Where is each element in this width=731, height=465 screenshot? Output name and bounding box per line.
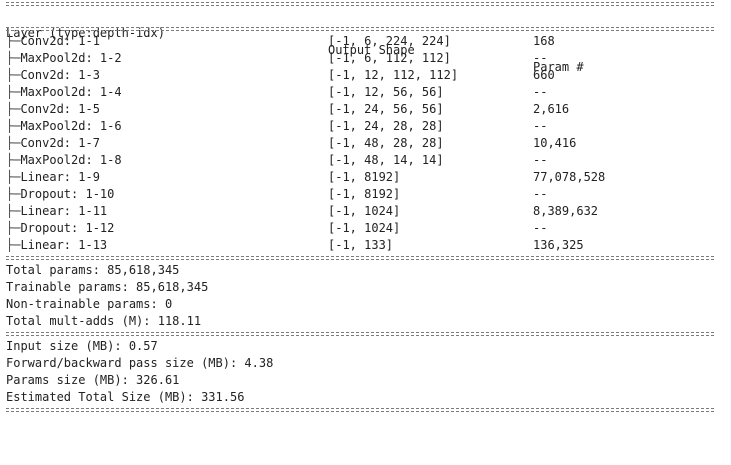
layer-label: Conv2d: 1-5	[20, 102, 100, 116]
layer-label: MaxPool2d: 1-8	[20, 153, 122, 167]
param-count: 2,616	[533, 102, 570, 116]
layer-label: MaxPool2d: 1-6	[20, 119, 122, 133]
layer-label: MaxPool2d: 1-2	[20, 51, 122, 65]
separator-header	[6, 25, 714, 33]
table-row: ├─Conv2d: 1-3 [-1, 12, 112, 112] 660	[6, 67, 714, 84]
layer-name: ├─Conv2d: 1-1	[6, 33, 100, 50]
output-shape: [-1, 48, 28, 28]	[328, 136, 444, 150]
layer-name: ├─Conv2d: 1-7	[6, 135, 100, 152]
non-trainable-params: Non-trainable params: 0	[6, 297, 173, 311]
layer-label: Dropout: 1-12	[20, 221, 115, 235]
total-params: Total params: 85,618,345	[6, 263, 180, 277]
model-summary-output: Layer (type:depth-idx) Output Shape Para…	[6, 0, 714, 414]
param-count: 660	[533, 68, 555, 82]
table-header: Layer (type:depth-idx) Output Shape Para…	[6, 8, 714, 74]
tree-branch-icon: ├─	[6, 51, 21, 65]
layer-name: ├─Dropout: 1-10	[6, 186, 114, 203]
tree-branch-icon: ├─	[6, 221, 21, 235]
layer-table: ├─Conv2d: 1-1 [-1, 6, 224, 224] 168 ├─MaxPo…	[6, 33, 714, 254]
layer-label: Linear: 1-13	[20, 238, 108, 252]
param-count: 168	[533, 34, 555, 48]
output-shape: [-1, 1024]	[328, 221, 401, 235]
output-shape: [-1, 133]	[328, 238, 394, 252]
layer-name: ├─MaxPool2d: 1-6	[6, 118, 122, 135]
output-shape: [-1, 8192]	[328, 170, 401, 184]
param-count: --	[533, 51, 548, 65]
output-shape: [-1, 48, 14, 14]	[328, 153, 444, 167]
input-size: Input size (MB): 0.57	[6, 339, 158, 353]
output-shape: [-1, 6, 112, 112]	[328, 51, 451, 65]
layer-label: Conv2d: 1-7	[20, 136, 100, 150]
tree-branch-icon: ├─	[6, 102, 21, 116]
table-row: ├─Dropout: 1-12 [-1, 1024] --	[6, 220, 714, 237]
table-row: ├─Conv2d: 1-5 [-1, 24, 56, 56] 2,616	[6, 101, 714, 118]
separator-top	[6, 0, 714, 8]
layer-name: ├─Conv2d: 1-5	[6, 101, 100, 118]
output-shape: [-1, 12, 56, 56]	[328, 85, 444, 99]
layer-label: Linear: 1-11	[20, 204, 108, 218]
layer-label: MaxPool2d: 1-4	[20, 85, 122, 99]
param-count: --	[533, 221, 548, 235]
tree-branch-icon: ├─	[6, 85, 21, 99]
tree-branch-icon: ├─	[6, 34, 21, 48]
param-count: --	[533, 187, 548, 201]
layer-name: ├─Linear: 1-9	[6, 169, 100, 186]
param-count: 136,325	[533, 238, 584, 252]
table-row: ├─Dropout: 1-10 [-1, 8192] --	[6, 186, 714, 203]
param-count: --	[533, 85, 548, 99]
param-count: 77,078,528	[533, 170, 606, 184]
tree-branch-icon: ├─	[6, 153, 21, 167]
tree-branch-icon: ├─	[6, 119, 21, 133]
table-row: ├─Linear: 1-13 [-1, 133] 136,325	[6, 237, 714, 254]
output-shape: [-1, 24, 28, 28]	[328, 119, 444, 133]
output-shape: [-1, 8192]	[328, 187, 401, 201]
tree-branch-icon: ├─	[6, 238, 21, 252]
params-size: Params size (MB): 326.61	[6, 373, 180, 387]
layer-name: ├─MaxPool2d: 1-4	[6, 84, 122, 101]
tree-branch-icon: ├─	[6, 204, 21, 218]
table-row: ├─MaxPool2d: 1-6 [-1, 24, 28, 28] --	[6, 118, 714, 135]
table-row: ├─Linear: 1-9 [-1, 8192] 77,078,528	[6, 169, 714, 186]
param-count: --	[533, 153, 548, 167]
trainable-params: Trainable params: 85,618,345	[6, 280, 209, 294]
tree-branch-icon: ├─	[6, 68, 21, 82]
separator-bottom	[6, 406, 714, 414]
layer-name: ├─Linear: 1-11	[6, 203, 107, 220]
separator-totals	[6, 330, 714, 338]
layer-label: Dropout: 1-10	[20, 187, 115, 201]
param-count: 8,389,632	[533, 204, 599, 218]
total-mult-adds: Total mult-adds (M): 118.11	[6, 314, 202, 328]
forward-backward-size: Forward/backward pass size (MB): 4.38	[6, 356, 274, 370]
layer-label: Conv2d: 1-3	[20, 68, 100, 82]
layer-name: ├─MaxPool2d: 1-8	[6, 152, 122, 169]
table-row: ├─MaxPool2d: 1-4 [-1, 12, 56, 56] --	[6, 84, 714, 101]
layer-name: ├─Dropout: 1-12	[6, 220, 114, 237]
layer-name: ├─Conv2d: 1-3	[6, 67, 100, 84]
table-row: ├─Conv2d: 1-7 [-1, 48, 28, 28] 10,416	[6, 135, 714, 152]
output-shape: [-1, 1024]	[328, 204, 401, 218]
layer-label: Conv2d: 1-1	[20, 34, 100, 48]
param-count: --	[533, 119, 548, 133]
estimated-total-size: Estimated Total Size (MB): 331.56	[6, 390, 245, 404]
tree-branch-icon: ├─	[6, 136, 21, 150]
tree-branch-icon: ├─	[6, 170, 21, 184]
param-count: 10,416	[533, 136, 577, 150]
table-row: ├─MaxPool2d: 1-8 [-1, 48, 14, 14] --	[6, 152, 714, 169]
output-shape: [-1, 12, 112, 112]	[328, 68, 459, 82]
table-row: ├─Conv2d: 1-1 [-1, 6, 224, 224] 168	[6, 33, 714, 50]
layer-name: ├─Linear: 1-13	[6, 237, 107, 254]
table-row: ├─MaxPool2d: 1-2 [-1, 6, 112, 112] --	[6, 50, 714, 67]
tree-branch-icon: ├─	[6, 187, 21, 201]
layer-label: Linear: 1-9	[20, 170, 100, 184]
table-row: ├─Linear: 1-11 [-1, 1024] 8,389,632	[6, 203, 714, 220]
output-shape: [-1, 24, 56, 56]	[328, 102, 444, 116]
layer-name: ├─MaxPool2d: 1-2	[6, 50, 122, 67]
output-shape: [-1, 6, 224, 224]	[328, 34, 451, 48]
separator-rows	[6, 254, 714, 262]
